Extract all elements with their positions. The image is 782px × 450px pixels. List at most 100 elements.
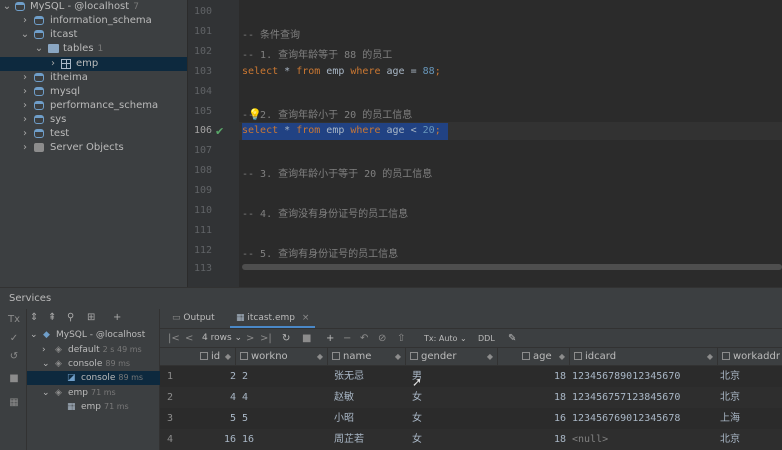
sort-icon[interactable]: ◆ xyxy=(487,348,493,366)
stop-icon[interactable]: ■ xyxy=(8,373,20,385)
cell-id[interactable]: 2 xyxy=(196,366,236,387)
cell-workno[interactable]: 2 xyxy=(242,366,248,387)
rollback-icon[interactable]: ↺ xyxy=(8,351,20,363)
service-item-console-session[interactable]: ⌄ ◈ console 89 ms xyxy=(27,357,160,371)
tab-output[interactable]: ▭ Output xyxy=(166,309,221,328)
code-line-comment[interactable]: -- 5. 查询有身份证号的员工信息 xyxy=(242,245,398,260)
expand-all-icon[interactable]: ⇕ xyxy=(30,312,38,323)
tx-mode-dropdown[interactable]: Tx: Auto ⌄ xyxy=(424,334,467,343)
cell-name[interactable]: 赵敏 xyxy=(334,387,354,408)
table-row[interactable]: 2 4 4 赵敏 女 18 123456757123845670 北京 xyxy=(160,387,782,408)
ddl-button[interactable]: DDL xyxy=(478,334,495,343)
close-icon[interactable]: × xyxy=(302,313,310,323)
tree-item-sys[interactable]: › sys xyxy=(0,113,187,127)
chevron-right-icon[interactable]: › xyxy=(20,71,30,85)
cell-gender[interactable]: 女 xyxy=(412,387,422,408)
revert-icon[interactable]: ↶ xyxy=(360,333,368,344)
chevron-down-icon[interactable]: ⌄ xyxy=(42,386,50,400)
filter-icon[interactable]: ⊞ xyxy=(87,312,95,323)
cell-idcard-null[interactable]: <null> xyxy=(572,429,608,450)
cell-workno[interactable]: 4 xyxy=(242,387,248,408)
service-item-emp[interactable]: ▦ emp 71 ms xyxy=(27,400,160,414)
table-row[interactable]: 3 5 5 小昭 女 16 123456769012345678 上海 xyxy=(160,408,782,429)
chevron-down-icon[interactable]: ⌄ xyxy=(2,0,12,14)
cell-name[interactable]: 小昭 xyxy=(334,408,354,429)
cell-gender[interactable]: 女 xyxy=(412,429,422,450)
cell-workno[interactable]: 5 xyxy=(242,408,248,429)
column-header-age[interactable]: age ◆ xyxy=(518,348,570,366)
cell-id[interactable]: 16 xyxy=(196,429,236,450)
chevron-right-icon[interactable]: › xyxy=(20,127,30,141)
code-line-comment[interactable]: -- 条件查询 xyxy=(242,26,300,41)
chevron-right-icon[interactable]: › xyxy=(20,141,30,155)
table-row[interactable]: 1 2 2 张无忌 男 18 123456789012345670 北京 xyxy=(160,366,782,387)
tree-item-server-objects[interactable]: › Server Objects xyxy=(0,141,187,155)
code-line-sql[interactable]: select * from emp where age = 88; xyxy=(242,66,441,77)
code-line-comment[interactable]: -- 3. 查询年龄小于等于 20 的员工信息 xyxy=(242,165,432,180)
collapse-all-icon[interactable]: ⇞ xyxy=(48,312,56,323)
horizontal-scrollbar[interactable] xyxy=(242,264,782,270)
code-line-sql-current[interactable]: select * from emp where age < 20; xyxy=(242,125,441,136)
transaction-icon[interactable]: Tx xyxy=(8,314,20,326)
sort-icon[interactable]: ◆ xyxy=(707,348,713,366)
commit-check-icon[interactable]: ✓ xyxy=(8,333,20,345)
cell-gender[interactable]: 女 xyxy=(412,408,422,429)
refresh-icon[interactable]: ↻ xyxy=(282,333,290,344)
service-item-default[interactable]: › ◈ default 2 s 49 ms xyxy=(27,343,160,357)
layout-icon[interactable]: ▦ xyxy=(8,397,20,409)
submit-icon[interactable]: ⇧ xyxy=(397,333,405,344)
cell-age[interactable]: 16 xyxy=(518,408,566,429)
chevron-right-icon[interactable]: › xyxy=(48,57,58,71)
chevron-right-icon[interactable]: › xyxy=(20,14,30,28)
stop-icon[interactable]: ■ xyxy=(302,333,311,344)
group-by-icon[interactable]: ⚲ xyxy=(67,312,74,323)
tree-item-tables[interactable]: ⌄ tables 1 xyxy=(0,42,187,56)
code-line-comment[interactable]: -- 2. 查询年龄小于 20 的员工信息 xyxy=(242,106,412,121)
sort-icon[interactable]: ◆ xyxy=(317,348,323,366)
cell-idcard[interactable]: 123456757123845670 xyxy=(572,387,680,408)
cell-workaddr[interactable]: 北京 xyxy=(720,387,740,408)
chevron-right-icon[interactable]: › xyxy=(20,113,30,127)
add-row-icon[interactable]: + xyxy=(326,333,334,344)
last-page-icon[interactable]: >| xyxy=(260,333,272,344)
cell-age[interactable]: 18 xyxy=(518,366,566,387)
cell-idcard[interactable]: 123456789012345670 xyxy=(572,366,680,387)
cell-idcard[interactable]: 123456769012345678 xyxy=(572,408,680,429)
column-header-workaddr[interactable]: workaddr xyxy=(718,348,782,366)
cell-workno[interactable]: 16 xyxy=(242,429,254,450)
chevron-down-icon[interactable]: ⌄ xyxy=(30,328,38,342)
column-header-id[interactable]: id ◆ xyxy=(196,348,236,366)
service-item-emp-session[interactable]: ⌄ ◈ emp 71 ms xyxy=(27,386,160,400)
chevron-right-icon[interactable]: › xyxy=(20,85,30,99)
cell-name[interactable]: 周芷若 xyxy=(334,429,364,450)
cell-age[interactable]: 18 xyxy=(518,429,566,450)
chevron-down-icon[interactable]: ⌄ xyxy=(34,42,44,56)
column-header-name[interactable]: name ◆ xyxy=(328,348,406,366)
tree-item-itheima[interactable]: › itheima xyxy=(0,71,187,85)
tab-itcast-emp[interactable]: ▦ itcast.emp × xyxy=(230,309,316,328)
service-item-console[interactable]: ◪ console 89 ms xyxy=(27,371,160,385)
pin-icon[interactable]: ✎ xyxy=(508,333,516,344)
cell-workaddr[interactable]: 上海 xyxy=(720,408,740,429)
sql-editor[interactable]: -- 条件查询 -- 1. 查询年龄等于 88 的员工 select * fro… xyxy=(239,0,782,287)
sort-icon[interactable]: ◆ xyxy=(395,348,401,366)
tree-item-itcast[interactable]: ⌄ itcast xyxy=(0,28,187,42)
delete-row-icon[interactable]: − xyxy=(343,333,351,344)
cell-age[interactable]: 18 xyxy=(518,387,566,408)
cell-workaddr[interactable]: 北京 xyxy=(720,429,740,450)
cell-name[interactable]: 张无忌 xyxy=(334,366,364,387)
cell-id[interactable]: 5 xyxy=(196,408,236,429)
sort-icon[interactable]: ◆ xyxy=(225,348,231,366)
add-service-icon[interactable]: + xyxy=(113,312,121,323)
previous-page-icon[interactable]: < xyxy=(185,333,193,344)
tree-item-emp[interactable]: › emp xyxy=(0,57,187,71)
column-header-workno[interactable]: workno ◆ xyxy=(236,348,328,366)
tree-item-information-schema[interactable]: › information_schema xyxy=(0,14,187,28)
first-page-icon[interactable]: |< xyxy=(168,333,180,344)
cell-workaddr[interactable]: 北京 xyxy=(720,366,740,387)
tree-item-performance-schema[interactable]: › performance_schema xyxy=(0,99,187,113)
column-header-idcard[interactable]: idcard ◆ xyxy=(570,348,718,366)
tree-item-mysql-localhost[interactable]: ⌄ MySQL - @localhost 7 xyxy=(0,0,187,14)
sort-icon[interactable]: ◆ xyxy=(559,348,565,366)
column-header-gender[interactable]: gender ◆ xyxy=(406,348,498,366)
